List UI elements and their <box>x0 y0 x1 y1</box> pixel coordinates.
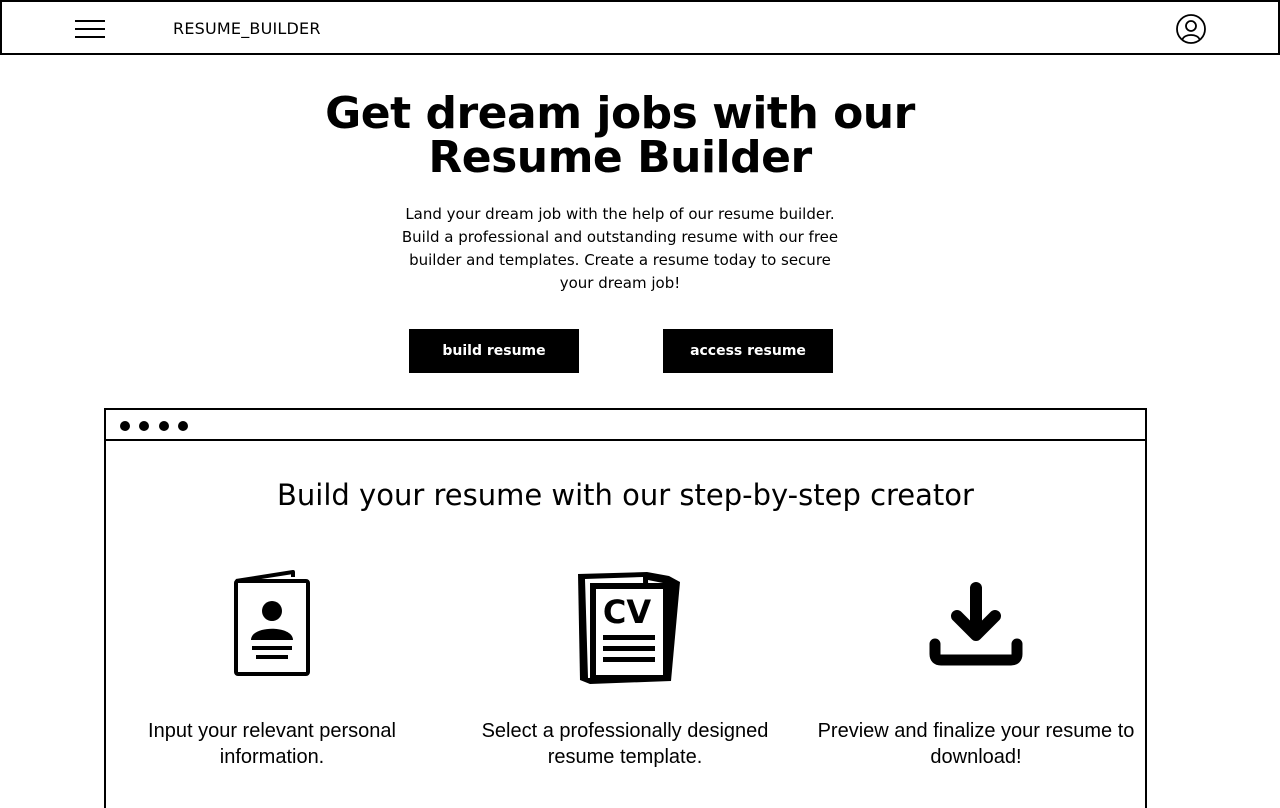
hero-subtitle: Land your dream job with the help of our… <box>401 205 839 292</box>
build-resume-button[interactable]: build resume <box>409 329 579 373</box>
hero-title: Get dream jobs with our Resume Builder <box>325 88 915 183</box>
step-download: Preview and finalize your resume to down… <box>816 568 1136 768</box>
step-personal-info: Input your relevant personal information… <box>112 568 432 768</box>
window-dot <box>120 421 130 431</box>
hamburger-menu-icon[interactable] <box>73 18 107 42</box>
top-nav-bar: RESUME_BUILDER <box>0 0 1280 55</box>
window-dot <box>159 421 169 431</box>
personal-info-card-icon <box>112 568 432 678</box>
svg-text:CV: CV <box>603 593 651 631</box>
window-title-bar <box>106 410 1145 441</box>
step-text: Select a professionally designed resume … <box>481 720 769 768</box>
brand-name[interactable]: RESUME_BUILDER <box>173 18 321 40</box>
step-select-template: CV Select a professionally designed resu… <box>465 568 785 768</box>
cv-document-icon: CV <box>465 568 785 686</box>
window-dot <box>139 421 149 431</box>
creator-window: Build your resume with our step-by-step … <box>104 408 1147 808</box>
download-icon <box>816 568 1136 678</box>
step-text: Preview and finalize your resume to down… <box>817 720 1135 768</box>
user-circle-icon[interactable] <box>1174 12 1208 46</box>
creator-section-title: Build your resume with our step-by-step … <box>277 478 974 512</box>
access-resume-button[interactable]: access resume <box>663 329 833 373</box>
window-dot <box>178 421 188 431</box>
step-text: Input your relevant personal information… <box>148 720 396 768</box>
